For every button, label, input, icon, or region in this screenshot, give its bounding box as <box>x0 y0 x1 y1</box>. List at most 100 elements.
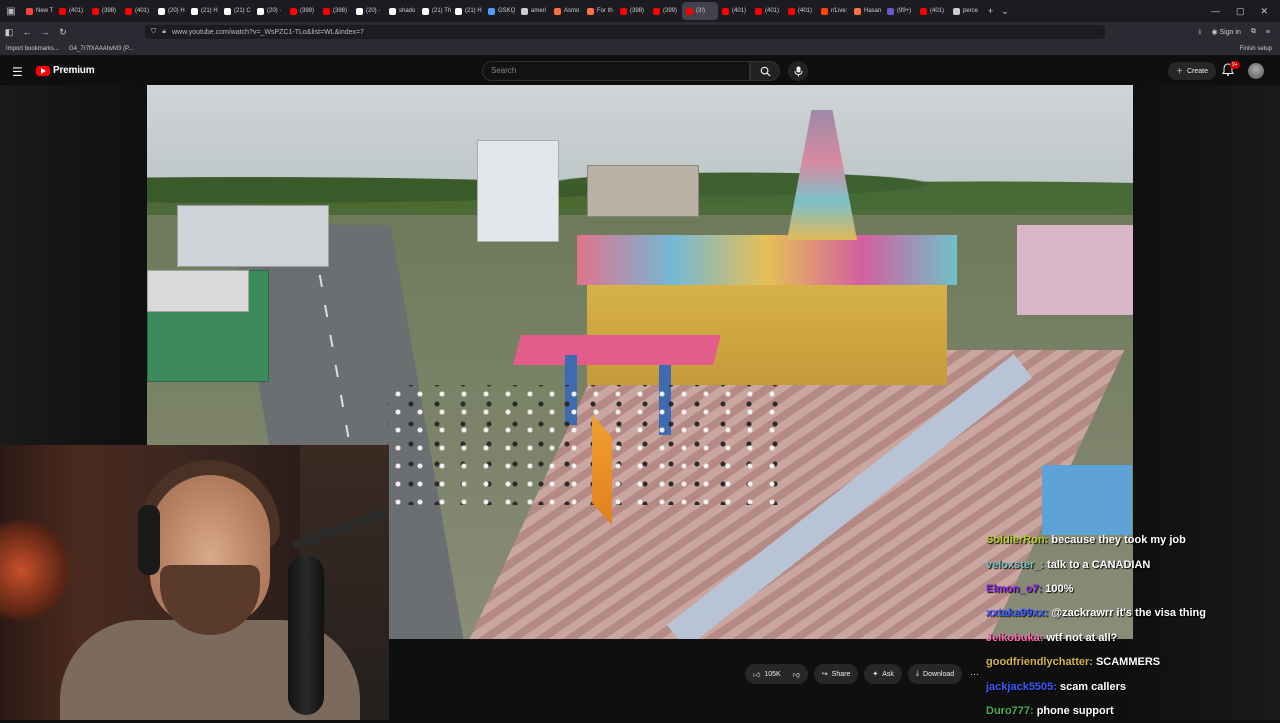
browser-tab[interactable]: (401) <box>751 2 784 20</box>
browser-tab[interactable]: r/Live: <box>817 2 850 20</box>
dislike-button[interactable]: 👎︎ <box>786 664 808 684</box>
back-icon[interactable]: ← <box>18 27 36 37</box>
video-pavilion <box>512 335 722 365</box>
browser-tab[interactable]: shado <box>385 2 418 20</box>
browser-tab[interactable]: (21) H <box>451 2 484 20</box>
tab-label: (21) H <box>465 8 482 14</box>
extensions-icon[interactable]: ⧉ <box>1251 28 1256 36</box>
tab-label: (401) <box>798 8 813 14</box>
browser-tab[interactable]: (399) <box>649 2 682 20</box>
share-button[interactable]: ↪ Share <box>813 664 859 684</box>
ask-button[interactable]: ✦ Ask <box>864 664 902 684</box>
voice-search-button[interactable] <box>788 61 808 81</box>
chat-text: SCAMMERS <box>1095 656 1161 669</box>
browser-tab[interactable]: (20) H <box>154 2 187 20</box>
browser-tab[interactable]: (21) Th <box>418 2 451 20</box>
browser-tab[interactable]: (398) <box>88 2 121 20</box>
bookmark-x-post[interactable]: G4_7r7fXAAAhvM3 (P... <box>69 46 133 52</box>
address-bar[interactable]: ⛉ 🔒︎ www.youtube.com/watch?v=_WsPZC1-TLo… <box>145 25 1105 39</box>
browser-tab[interactable]: (21) H <box>187 2 220 20</box>
reload-icon[interactable]: ↻ <box>54 27 72 38</box>
tab-favicon-icon <box>356 7 363 15</box>
chat-message: Duro777: phone support <box>986 699 1280 723</box>
sign-in-button[interactable]: ◉ Sign in <box>1211 28 1240 36</box>
browser-tab[interactable]: (401) <box>784 2 817 20</box>
browser-tab[interactable]: (398) <box>319 2 352 20</box>
browser-tab[interactable]: (401) <box>55 2 88 20</box>
browser-tab[interactable]: For th <box>583 2 616 20</box>
bookmark-import[interactable]: Import bookmarks... <box>6 46 59 52</box>
browser-tab[interactable]: (20) · <box>253 2 286 20</box>
chat-username: goodfriendlychatter: <box>986 656 1093 669</box>
tab-label: (21) H <box>201 8 218 14</box>
account-avatar[interactable] <box>1248 63 1264 79</box>
youtube-logo[interactable]: Premium <box>36 65 95 76</box>
tab-label: (3!) <box>696 8 705 14</box>
lock-icon: 🔒︎ <box>162 28 166 35</box>
youtube-brand: Premium <box>53 65 95 76</box>
browser-tab[interactable]: (401) <box>718 2 751 20</box>
browser-tab[interactable]: ameri <box>517 2 550 20</box>
chat-username: Jeikobuka: <box>986 631 1044 644</box>
downloads-icon[interactable]: ⤓ <box>1198 28 1201 36</box>
browser-tab[interactable]: New T <box>22 2 55 20</box>
browser-tab[interactable]: perce <box>949 2 982 20</box>
tab-list-chevron-icon[interactable]: ⌄ <box>1001 6 1009 17</box>
more-actions-button[interactable]: ··· <box>970 669 979 679</box>
browser-tab[interactable]: (398) <box>616 2 649 20</box>
thumbs-up-icon: 👍︎ <box>753 671 761 679</box>
chat-text: phone support <box>1036 704 1114 717</box>
close-icon[interactable]: ✕ <box>1260 6 1268 17</box>
browser-tab[interactable]: (401) <box>916 2 949 20</box>
browser-tab[interactable]: (3!) <box>682 2 718 20</box>
create-button[interactable]: ＋ Create <box>1168 62 1217 80</box>
tab-label: (401) <box>732 8 747 14</box>
chat-message: veloxster_: talk to a CANADIAN <box>986 552 1280 576</box>
maximize-icon[interactable]: ▢ <box>1236 6 1245 17</box>
browser-tab[interactable]: Asmo <box>550 2 583 20</box>
tab-label: Hasan <box>864 8 882 14</box>
webcam-overlay <box>0 445 389 720</box>
url-text: www.youtube.com/watch?v=_WsPZC1-TLo&list… <box>171 28 364 36</box>
sidebar-toggle-icon[interactable]: ◧ <box>0 27 18 38</box>
tab-controls: + ⌄ <box>988 6 1009 17</box>
browser-tab[interactable]: (99+) <box>883 2 916 20</box>
tab-label: (20) · <box>267 8 282 14</box>
browser-tab[interactable]: GSKQ <box>484 2 517 20</box>
headset <box>138 505 160 575</box>
menu-icon[interactable]: ≡ <box>1266 29 1270 36</box>
browser-tab[interactable]: (401) <box>121 2 154 20</box>
chat-message: goodfriendlychatter: SCAMMERS <box>986 650 1280 674</box>
new-tab-icon[interactable]: + <box>988 6 993 16</box>
forward-icon[interactable]: → <box>36 27 54 37</box>
tab-favicon-icon <box>620 7 627 15</box>
tab-favicon-icon <box>257 7 264 15</box>
browser-tab[interactable]: Hasan <box>850 2 883 20</box>
tab-overview-icon[interactable]: ▣ <box>0 0 22 22</box>
thumbs-down-icon: 👎︎ <box>792 671 800 679</box>
tab-label: ameri <box>531 8 547 14</box>
nav-right-controls: ⤓ ◉ Sign in ⧉ ≡ <box>1198 22 1270 42</box>
download-button[interactable]: ⤓ Download <box>907 664 963 684</box>
tab-favicon-icon <box>854 7 861 15</box>
tab-favicon-icon <box>521 7 528 15</box>
browser-tab[interactable]: (20) · <box>352 2 385 20</box>
tab-favicon-icon <box>422 7 429 15</box>
tab-favicon-icon <box>554 7 561 15</box>
video-house-roof <box>147 270 249 312</box>
shield-icon: ⛉ <box>151 28 157 35</box>
browser-tab[interactable]: (21) C <box>220 2 253 20</box>
tab-label: (20) H <box>168 8 185 14</box>
tab-favicon-icon <box>821 7 828 15</box>
browser-tab[interactable]: (398) <box>286 2 319 20</box>
like-button[interactable]: 👍︎ 105K <box>745 664 787 684</box>
guide-menu-icon[interactable]: ☰ <box>12 65 23 79</box>
minimize-icon[interactable]: — <box>1211 6 1220 17</box>
tab-label: (398) <box>102 8 117 14</box>
search-input[interactable]: Search <box>482 61 750 81</box>
bookmarks-bar: Import bookmarks... G4_7r7fXAAAhvM3 (P..… <box>0 42 1280 56</box>
finish-setup-link[interactable]: Finish setup <box>1240 46 1280 52</box>
tab-label: shado <box>399 8 416 14</box>
search-button[interactable] <box>750 61 780 81</box>
tab-label: (20) · <box>366 8 381 14</box>
